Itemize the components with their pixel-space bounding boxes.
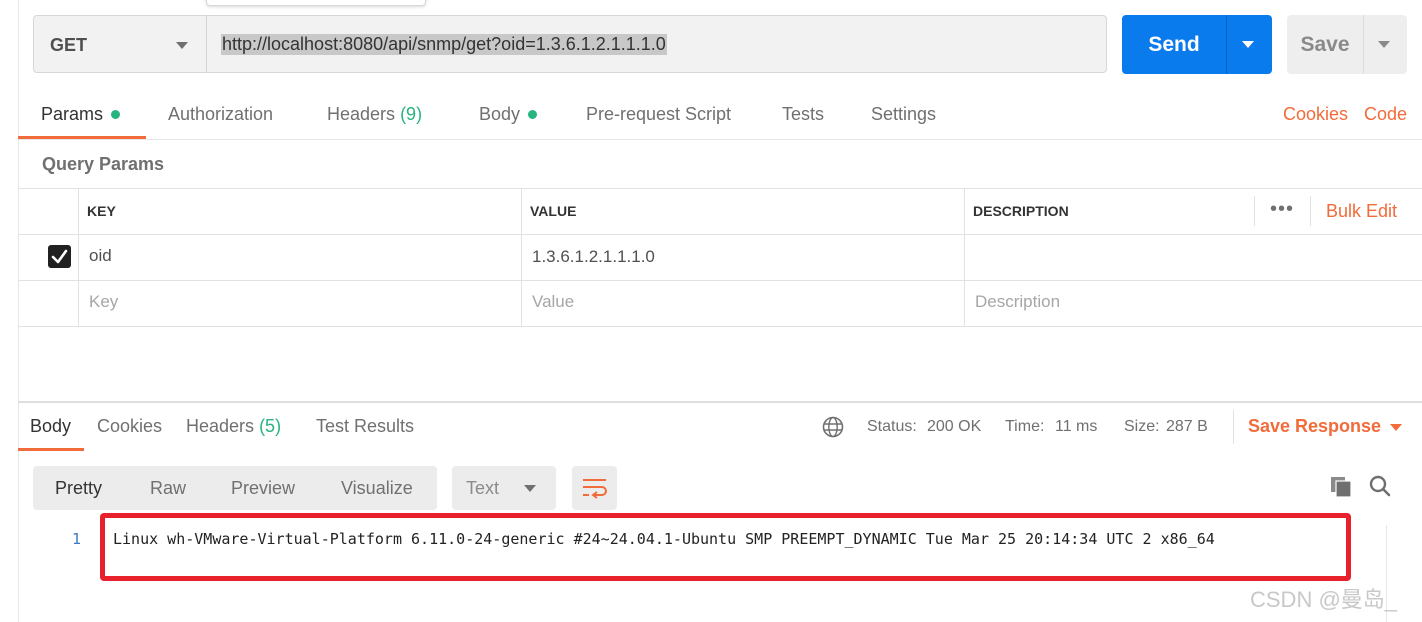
header-description: DESCRIPTION <box>973 203 1069 219</box>
active-tab-underline <box>18 136 146 139</box>
watermark: CSDN @曼岛_ <box>1250 587 1398 612</box>
size-value: 287 B <box>1166 418 1208 435</box>
tooltip-edge <box>206 0 426 6</box>
body-indicator-dot <box>528 109 538 119</box>
tab-body[interactable]: Body <box>479 104 538 125</box>
method-select[interactable]: GET <box>33 15 207 73</box>
view-mode-bar: Pretty Raw Preview Visualize <box>33 466 437 510</box>
view-raw[interactable]: Raw <box>150 478 186 499</box>
tab-headers[interactable]: Headers (9) <box>327 104 422 125</box>
response-tab-headers[interactable]: Headers (5) <box>186 416 281 437</box>
tab-pre-request-script[interactable]: Pre-request Script <box>586 104 731 125</box>
response-tab-headers-label: Headers <box>186 416 255 436</box>
method-label: GET <box>50 35 88 55</box>
response-divider[interactable] <box>18 401 1422 403</box>
save-response-chevron-icon[interactable] <box>1390 424 1402 431</box>
view-preview[interactable]: Preview <box>231 478 295 499</box>
save-divider <box>1363 15 1364 74</box>
tab-settings[interactable]: Settings <box>871 104 936 125</box>
globe-icon[interactable] <box>822 416 844 438</box>
cookies-link[interactable]: Cookies <box>1283 104 1348 125</box>
param-value[interactable]: 1.3.6.1.2.1.1.1.0 <box>532 247 655 267</box>
status-label: Status: <box>867 418 917 435</box>
more-options-icon[interactable]: ••• <box>1270 198 1294 221</box>
left-sidebar-edge <box>0 0 19 622</box>
new-key-input[interactable]: Key <box>89 292 118 312</box>
header-key: KEY <box>87 203 116 219</box>
tab-authorization[interactable]: Authorization <box>168 104 273 125</box>
status-separator <box>1233 410 1234 444</box>
url-input[interactable]: http://localhost:8080/api/snmp/get?oid=1… <box>207 15 1107 73</box>
header-separator <box>1254 196 1255 226</box>
table-border-top <box>18 188 1422 189</box>
tab-params-label: Params <box>41 104 104 124</box>
send-options-chevron-icon[interactable] <box>1242 41 1254 48</box>
save-button[interactable]: Save <box>1287 15 1407 74</box>
response-active-underline <box>18 448 84 451</box>
save-options-chevron-icon[interactable] <box>1378 41 1390 48</box>
query-params-title: Query Params <box>42 154 165 174</box>
save-label: Save <box>1300 33 1350 56</box>
highlight-box <box>100 513 1351 581</box>
tab-body-label: Body <box>479 104 521 124</box>
query-params-table: KEY VALUE DESCRIPTION ••• Bulk Edit oid … <box>18 188 1422 327</box>
chevron-down-icon <box>524 485 536 492</box>
table-border-bottom <box>18 326 1422 327</box>
table-border-header <box>18 234 1422 235</box>
chevron-down-icon <box>176 42 188 49</box>
tab-params[interactable]: Params <box>41 104 121 125</box>
status-value: 200 OK <box>927 418 982 435</box>
table-border-row <box>18 280 1422 281</box>
header-value: VALUE <box>530 203 577 219</box>
send-button[interactable]: Send <box>1122 15 1272 74</box>
params-indicator-dot <box>111 109 121 119</box>
tab-tests-label: Tests <box>782 104 825 124</box>
tab-settings-label: Settings <box>871 104 937 124</box>
save-response-button[interactable]: Save Response <box>1248 416 1381 437</box>
tab-headers-label: Headers <box>327 104 396 124</box>
new-description-input[interactable]: Description <box>975 292 1060 312</box>
format-label: Text <box>466 478 500 498</box>
format-select[interactable]: Text <box>452 466 556 510</box>
view-visualize[interactable]: Visualize <box>341 478 413 499</box>
view-pretty[interactable]: Pretty <box>55 478 102 499</box>
size-label: Size: <box>1124 418 1160 435</box>
col-divider <box>78 188 79 327</box>
tabs-divider <box>18 139 1422 140</box>
response-headers-count: (5) <box>259 416 282 436</box>
col-divider <box>521 188 522 327</box>
bulk-edit-link[interactable]: Bulk Edit <box>1326 201 1397 222</box>
response-tab-body[interactable]: Body <box>30 416 71 437</box>
time-label: Time: <box>1005 418 1045 435</box>
tab-pre-request-label: Pre-request Script <box>586 104 732 124</box>
time-value: 11 ms <box>1055 418 1098 435</box>
checkbox-checked-icon[interactable] <box>48 245 71 268</box>
wrap-lines-icon <box>583 479 607 499</box>
header-separator <box>1310 196 1311 226</box>
tab-authorization-label: Authorization <box>168 104 274 124</box>
new-value-input[interactable]: Value <box>532 292 574 312</box>
code-link[interactable]: Code <box>1364 104 1407 125</box>
col-divider <box>964 188 965 327</box>
param-key[interactable]: oid <box>89 246 112 266</box>
line-number: 1 <box>72 530 82 548</box>
response-tab-cookies[interactable]: Cookies <box>97 416 162 437</box>
send-divider <box>1226 15 1227 74</box>
url-text: http://localhost:8080/api/snmp/get?oid=1… <box>221 34 667 55</box>
search-icon[interactable] <box>1368 474 1392 498</box>
wrap-lines-button[interactable] <box>572 466 617 510</box>
tab-headers-count: (9) <box>400 104 423 124</box>
send-label: Send <box>1148 33 1200 56</box>
copy-icon[interactable] <box>1330 476 1352 498</box>
response-tab-test-results[interactable]: Test Results <box>316 416 414 437</box>
tab-tests[interactable]: Tests <box>782 104 824 125</box>
